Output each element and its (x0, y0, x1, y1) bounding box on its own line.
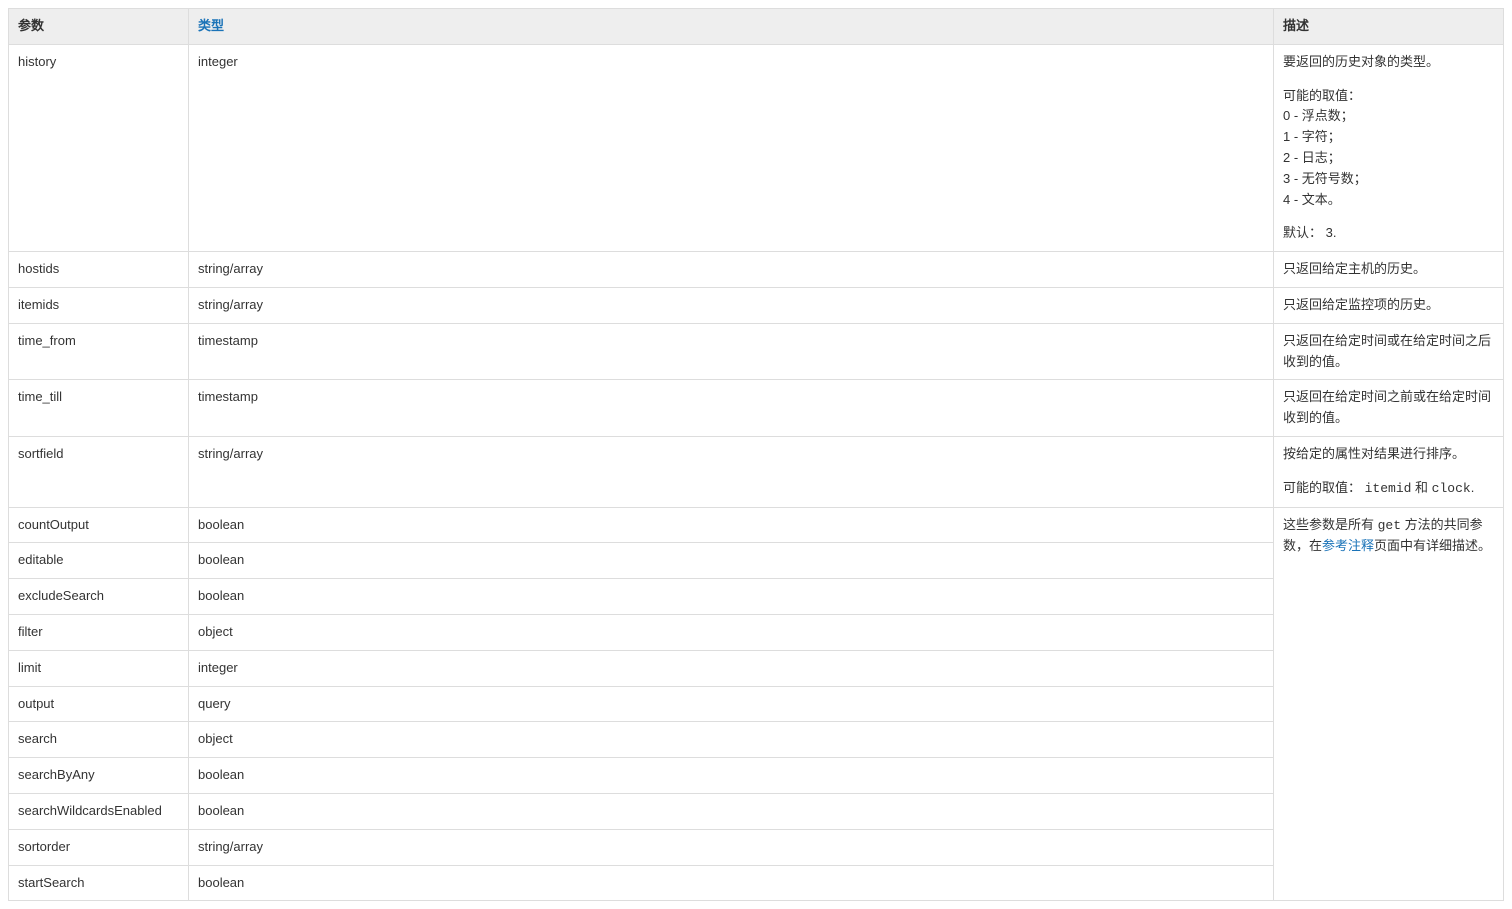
table-row: hostids string/array 只返回给定主机的历史。 (9, 252, 1504, 288)
table-row: countOutput boolean 这些参数是所有 get 方法的共同参数，… (9, 507, 1504, 543)
param-cell: time_from (9, 323, 189, 380)
table-row: time_from timestamp 只返回在给定时间或在给定时间之后收到的值… (9, 323, 1504, 380)
type-cell: query (189, 686, 1274, 722)
desc-cell: 只返回给定主机的历史。 (1274, 252, 1504, 288)
header-desc: 描述 (1274, 9, 1504, 45)
param-cell: time_till (9, 380, 189, 437)
desc-text: 4 - 文本。 (1283, 190, 1494, 211)
code-text: get (1378, 518, 1401, 533)
desc-cell: 只返回在给定时间之前或在给定时间收到的值。 (1274, 380, 1504, 437)
type-cell: timestamp (189, 380, 1274, 437)
param-cell: limit (9, 650, 189, 686)
type-cell: integer (189, 44, 1274, 251)
type-cell: timestamp (189, 323, 1274, 380)
param-cell: editable (9, 543, 189, 579)
desc-text: 要返回的历史对象的类型。 (1283, 52, 1494, 73)
type-cell: boolean (189, 543, 1274, 579)
param-cell: search (9, 722, 189, 758)
type-cell: integer (189, 650, 1274, 686)
param-cell: filter (9, 614, 189, 650)
table-row: sortfield string/array 按给定的属性对结果进行排序。 可能… (9, 436, 1504, 507)
desc-text: 可能的取值： itemid 和 clock. (1283, 478, 1494, 500)
header-type: 类型 (189, 9, 1274, 45)
type-cell: string/array (189, 829, 1274, 865)
header-param: 参数 (9, 9, 189, 45)
param-cell: startSearch (9, 865, 189, 901)
type-cell: string/array (189, 436, 1274, 507)
table-row: itemids string/array 只返回给定监控项的历史。 (9, 287, 1504, 323)
param-cell: countOutput (9, 507, 189, 543)
desc-text: 0 - 浮点数； (1283, 106, 1494, 127)
type-cell: object (189, 722, 1274, 758)
type-link[interactable]: 类型 (198, 18, 224, 33)
desc-text: 3 - 无符号数； (1283, 169, 1494, 190)
param-cell: searchWildcardsEnabled (9, 793, 189, 829)
desc-cell: 这些参数是所有 get 方法的共同参数，在参考注释页面中有详细描述。 (1274, 507, 1504, 901)
code-text: clock (1432, 481, 1471, 496)
param-cell: hostids (9, 252, 189, 288)
desc-cell: 只返回在给定时间或在给定时间之后收到的值。 (1274, 323, 1504, 380)
type-cell: boolean (189, 758, 1274, 794)
param-cell: output (9, 686, 189, 722)
type-cell: boolean (189, 793, 1274, 829)
desc-cell: 按给定的属性对结果进行排序。 可能的取值： itemid 和 clock. (1274, 436, 1504, 507)
desc-text: 2 - 日志； (1283, 148, 1494, 169)
param-cell: searchByAny (9, 758, 189, 794)
param-cell: sortorder (9, 829, 189, 865)
type-cell: string/array (189, 287, 1274, 323)
table-header-row: 参数 类型 描述 (9, 9, 1504, 45)
param-cell: sortfield (9, 436, 189, 507)
desc-cell: 要返回的历史对象的类型。 可能的取值： 0 - 浮点数； 1 - 字符； 2 -… (1274, 44, 1504, 251)
desc-text: 按给定的属性对结果进行排序。 (1283, 444, 1494, 465)
desc-text: 可能的取值： (1283, 86, 1494, 107)
desc-text: 默认： 3. (1283, 223, 1494, 244)
param-cell: excludeSearch (9, 579, 189, 615)
type-cell: boolean (189, 579, 1274, 615)
type-cell: boolean (189, 507, 1274, 543)
param-cell: history (9, 44, 189, 251)
type-cell: string/array (189, 252, 1274, 288)
table-row: history integer 要返回的历史对象的类型。 可能的取值： 0 - … (9, 44, 1504, 251)
parameters-table: 参数 类型 描述 history integer 要返回的历史对象的类型。 可能… (8, 8, 1504, 901)
type-cell: boolean (189, 865, 1274, 901)
reference-link[interactable]: 参考注释 (1322, 538, 1374, 553)
desc-cell: 只返回给定监控项的历史。 (1274, 287, 1504, 323)
desc-text: 这些参数是所有 (1283, 517, 1378, 532)
desc-text: 页面中有详细描述。 (1374, 538, 1491, 553)
desc-text: 1 - 字符； (1283, 127, 1494, 148)
table-row: time_till timestamp 只返回在给定时间之前或在给定时间收到的值… (9, 380, 1504, 437)
param-cell: itemids (9, 287, 189, 323)
type-cell: object (189, 614, 1274, 650)
code-text: itemid (1365, 481, 1412, 496)
